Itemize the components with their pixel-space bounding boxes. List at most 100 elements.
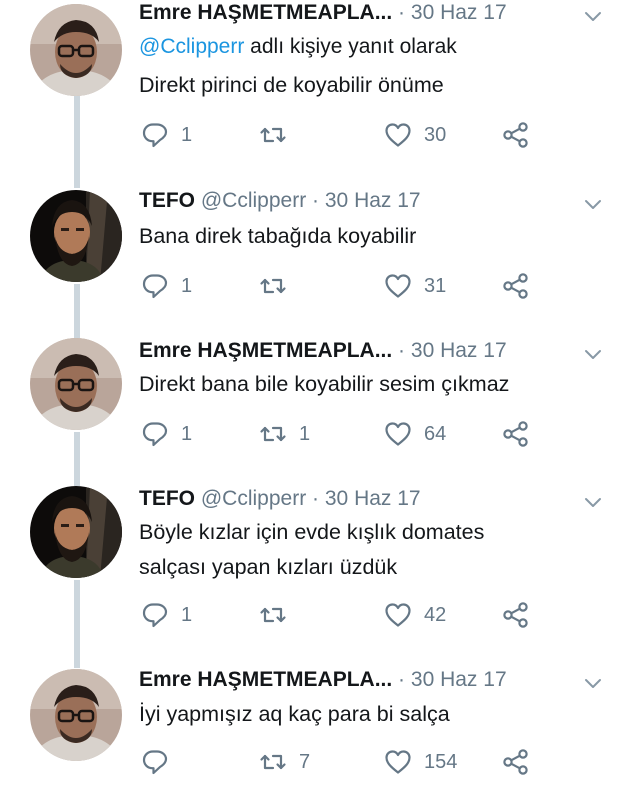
like-button[interactable]: 64 — [384, 417, 446, 451]
share-button[interactable] — [502, 598, 530, 632]
reply-button[interactable]: 1 — [141, 269, 192, 303]
retweet-icon — [259, 748, 287, 776]
share-button[interactable] — [502, 269, 530, 303]
like-button[interactable]: 31 — [384, 269, 446, 303]
reply-button[interactable]: 1 — [141, 417, 192, 451]
tweet-date[interactable]: 30 Haz 17 — [325, 189, 421, 212]
retweet-icon — [259, 601, 287, 629]
share-icon — [502, 272, 530, 300]
like-count: 42 — [424, 603, 447, 626]
display-name[interactable]: Emre HAŞMETMEAPLA... — [139, 1, 392, 24]
tweet-date[interactable]: 30 Haz 17 — [411, 339, 507, 362]
reply-context-text: adlı kişiye yanıt olarak — [244, 35, 457, 58]
like-button[interactable]: 42 — [384, 598, 446, 632]
tweet-actions: 1 30 — [0, 118, 635, 152]
tweet-text: İyi yapmışız aq kaç para bi salça — [139, 702, 450, 726]
separator: · — [398, 339, 406, 362]
tweet-header: Emre HAŞMETMEAPLA... · 30 Haz 17 — [139, 665, 605, 695]
tweet-header: Emre HAŞMETMEAPLA... · 30 Haz 17 — [139, 0, 605, 28]
tweet-text: Direkt pirinci de koyabilir önüme — [139, 73, 444, 97]
reply-button[interactable] — [141, 745, 181, 779]
display-name[interactable]: Emre HAŞMETMEAPLA... — [139, 339, 392, 362]
heart-icon — [384, 272, 412, 300]
reply-count: 1 — [181, 603, 193, 626]
heart-icon — [384, 121, 412, 149]
tweet-actions: 1 42 — [0, 598, 635, 632]
chevron-down-icon[interactable] — [581, 490, 605, 514]
display-name[interactable]: Emre HAŞMETMEAPLA... — [139, 668, 392, 691]
share-button[interactable] — [502, 745, 530, 779]
user-handle[interactable]: @Cclipperr — [201, 487, 306, 510]
tweet-text: Bana direk tabağıda koyabilir — [139, 224, 417, 248]
chevron-down-icon[interactable] — [581, 342, 605, 366]
tweet-text: Böyle kızlar için evde kışlık domates sa… — [139, 515, 605, 585]
avatar[interactable] — [30, 486, 122, 578]
separator: · — [398, 668, 406, 691]
retweet-button[interactable] — [259, 118, 299, 152]
heart-icon — [384, 748, 412, 776]
tweet-actions: 7 154 — [0, 745, 635, 779]
retweet-count: 7 — [299, 750, 311, 773]
reply-icon — [141, 272, 169, 300]
like-button[interactable]: 154 — [384, 745, 457, 779]
like-button[interactable]: 30 — [384, 118, 446, 152]
share-button[interactable] — [502, 417, 530, 451]
retweet-button[interactable]: 7 — [259, 745, 310, 779]
tweet[interactable]: TEFO @Cclipperr · 30 Haz 17 Böyle kızlar… — [0, 474, 635, 658]
tweet-text-line: Böyle kızlar için evde kışlık domates — [139, 520, 485, 544]
reply-button[interactable]: 1 — [141, 118, 192, 152]
tweet-text-line: salçası yapan kızları üzdük — [139, 555, 398, 579]
tweet-date[interactable]: 30 Haz 17 — [325, 487, 421, 510]
reply-button[interactable]: 1 — [141, 598, 192, 632]
share-icon — [502, 601, 530, 629]
like-count: 31 — [424, 274, 447, 297]
retweet-button[interactable] — [259, 598, 299, 632]
tweet[interactable]: Emre HAŞMETMEAPLA... · 30 Haz 17 @Cclipp… — [0, 0, 635, 175]
separator: · — [312, 487, 320, 510]
user-handle[interactable]: @Cclipperr — [201, 189, 306, 212]
tweet-date[interactable]: 30 Haz 17 — [411, 668, 507, 691]
retweet-button[interactable] — [259, 269, 299, 303]
reply-icon — [141, 601, 169, 629]
like-count: 30 — [424, 123, 447, 146]
reply-icon — [141, 420, 169, 448]
reply-count: 1 — [181, 422, 193, 445]
tweet-actions: 1 31 — [0, 269, 635, 303]
share-icon — [502, 420, 530, 448]
like-count: 154 — [424, 750, 458, 773]
retweet-button[interactable]: 1 — [259, 417, 310, 451]
retweet-icon — [259, 121, 287, 149]
chevron-down-icon[interactable] — [581, 671, 605, 695]
tweet[interactable]: Emre HAŞMETMEAPLA... · 30 Haz 17 İyi yap… — [0, 655, 635, 788]
retweet-icon — [259, 420, 287, 448]
like-count: 64 — [424, 422, 447, 445]
retweet-count: 1 — [299, 422, 311, 445]
tweet-header: TEFO @Cclipperr · 30 Haz 17 — [139, 484, 605, 514]
heart-icon — [384, 601, 412, 629]
chevron-down-icon[interactable] — [581, 192, 605, 216]
display-name[interactable]: TEFO — [139, 487, 195, 510]
separator: · — [398, 1, 406, 24]
reply-count: 1 — [181, 274, 193, 297]
reply-count: 1 — [181, 123, 193, 146]
tweet-header: Emre HAŞMETMEAPLA... · 30 Haz 17 — [139, 336, 605, 366]
display-name[interactable]: TEFO — [139, 189, 195, 212]
separator: · — [312, 189, 320, 212]
share-icon — [502, 121, 530, 149]
tweet[interactable]: Emre HAŞMETMEAPLA... · 30 Haz 17 Direkt … — [0, 326, 635, 476]
reply-context: @Cclipperr adlı kişiye yanıt olarak — [139, 32, 457, 62]
chevron-down-icon[interactable] — [581, 4, 605, 28]
tweet-header: TEFO @Cclipperr · 30 Haz 17 — [139, 186, 605, 216]
heart-icon — [384, 420, 412, 448]
tweet-actions: 1 1 64 — [0, 417, 635, 451]
share-button[interactable] — [502, 118, 530, 152]
share-icon — [502, 748, 530, 776]
tweet-thread: Emre HAŞMETMEAPLA... · 30 Haz 17 @Cclipp… — [0, 0, 635, 788]
avatar[interactable] — [30, 4, 122, 96]
tweet-date[interactable]: 30 Haz 17 — [411, 1, 507, 24]
tweet[interactable]: TEFO @Cclipperr · 30 Haz 17 Bana direk t… — [0, 176, 635, 326]
reply-icon — [141, 121, 169, 149]
retweet-icon — [259, 272, 287, 300]
tweet-text: Direkt bana bile koyabilir sesim çıkmaz — [139, 372, 510, 396]
mention-link[interactable]: @Cclipperr — [139, 35, 244, 58]
